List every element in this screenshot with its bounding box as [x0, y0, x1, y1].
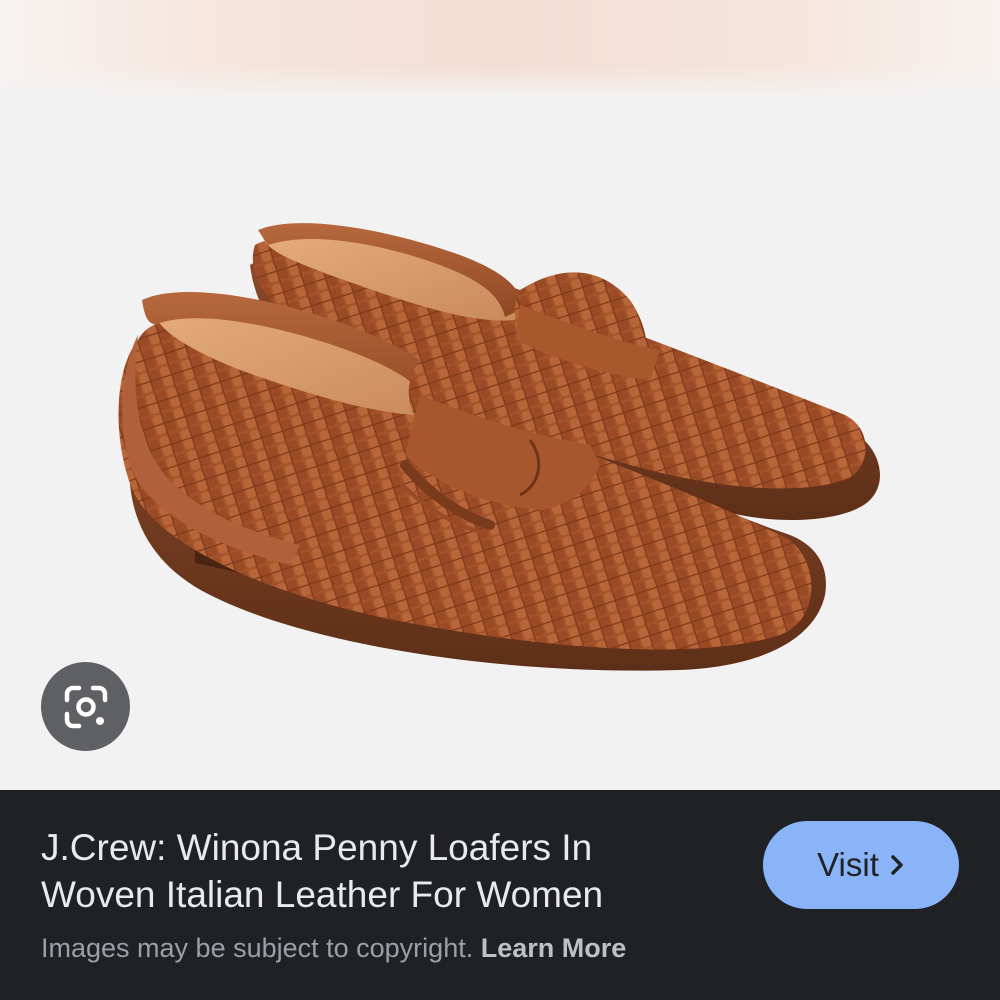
chevron-right-icon — [891, 855, 903, 875]
learn-more-link[interactable]: Learn More — [481, 933, 627, 963]
visit-button[interactable]: Visit — [763, 821, 959, 909]
google-lens-button[interactable] — [41, 662, 130, 751]
product-image-area — [0, 95, 1000, 790]
copyright-notice: Images may be subject to copyright. Lear… — [41, 931, 626, 965]
visit-label: Visit — [817, 846, 879, 883]
product-title[interactable]: J.Crew: Winona Penny Loafers In Woven It… — [41, 824, 721, 918]
google-lens-icon — [64, 685, 107, 728]
product-image-loafers — [118, 223, 880, 671]
product-title-line2: Woven Italian Leather For Women — [41, 874, 604, 915]
top-blurred-banner — [0, 0, 1000, 95]
product-title-line1: J.Crew: Winona Penny Loafers In — [41, 827, 593, 868]
copyright-text: Images may be subject to copyright. — [41, 933, 481, 963]
